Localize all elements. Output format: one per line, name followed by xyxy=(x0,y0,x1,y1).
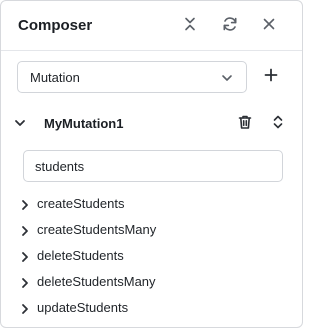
chevron-right-icon xyxy=(20,224,31,236)
chevron-right-icon xyxy=(20,276,31,288)
expand-collapse-button[interactable] xyxy=(270,114,288,132)
chevron-right-icon xyxy=(20,198,31,210)
operation-type-select[interactable]: Mutation xyxy=(17,61,247,93)
refresh-button[interactable] xyxy=(220,16,240,36)
operation-row: MyMutation1 xyxy=(1,109,302,137)
expand-collapse-icon xyxy=(273,115,283,129)
refresh-icon xyxy=(222,16,238,37)
field-label: createStudents xyxy=(37,196,125,211)
operation-type-value: Mutation xyxy=(30,70,80,85)
operation-expand-toggle[interactable] xyxy=(13,116,27,130)
operation-name: MyMutation1 xyxy=(44,116,124,131)
field-list: createStudents createStudentsMany delete… xyxy=(1,191,302,321)
collapse-button[interactable] xyxy=(180,16,200,36)
add-operation-button[interactable] xyxy=(263,67,283,87)
field-label: deleteStudents xyxy=(37,248,124,263)
field-label: updateStudents xyxy=(37,300,129,315)
field-item-updateStudents[interactable]: updateStudents xyxy=(1,295,302,321)
close-icon xyxy=(261,16,277,37)
field-item-deleteStudents[interactable]: deleteStudents xyxy=(1,243,302,269)
field-item-createStudents[interactable]: createStudents xyxy=(1,191,302,217)
chevron-down-icon xyxy=(220,71,234,85)
field-label: deleteStudentsMany xyxy=(37,274,156,289)
composer-header: Composer xyxy=(1,1,302,51)
composer-panel: Composer Mutation MyMutation1 students c… xyxy=(0,0,303,328)
trash-icon xyxy=(238,115,252,129)
field-search-input[interactable] xyxy=(23,150,283,182)
close-button[interactable] xyxy=(259,16,279,36)
delete-operation-button[interactable] xyxy=(237,114,255,132)
chevron-right-icon xyxy=(20,302,31,314)
panel-title: Composer xyxy=(18,17,93,34)
plus-icon xyxy=(263,68,279,87)
chevron-down-icon xyxy=(15,120,25,126)
chevron-right-icon xyxy=(20,250,31,262)
field-item-deleteStudentsMany[interactable]: deleteStudentsMany xyxy=(1,269,302,295)
field-label: createStudentsMany xyxy=(37,222,157,237)
field-item-createStudentsMany[interactable]: createStudentsMany xyxy=(1,217,302,243)
collapse-icon xyxy=(182,16,198,37)
